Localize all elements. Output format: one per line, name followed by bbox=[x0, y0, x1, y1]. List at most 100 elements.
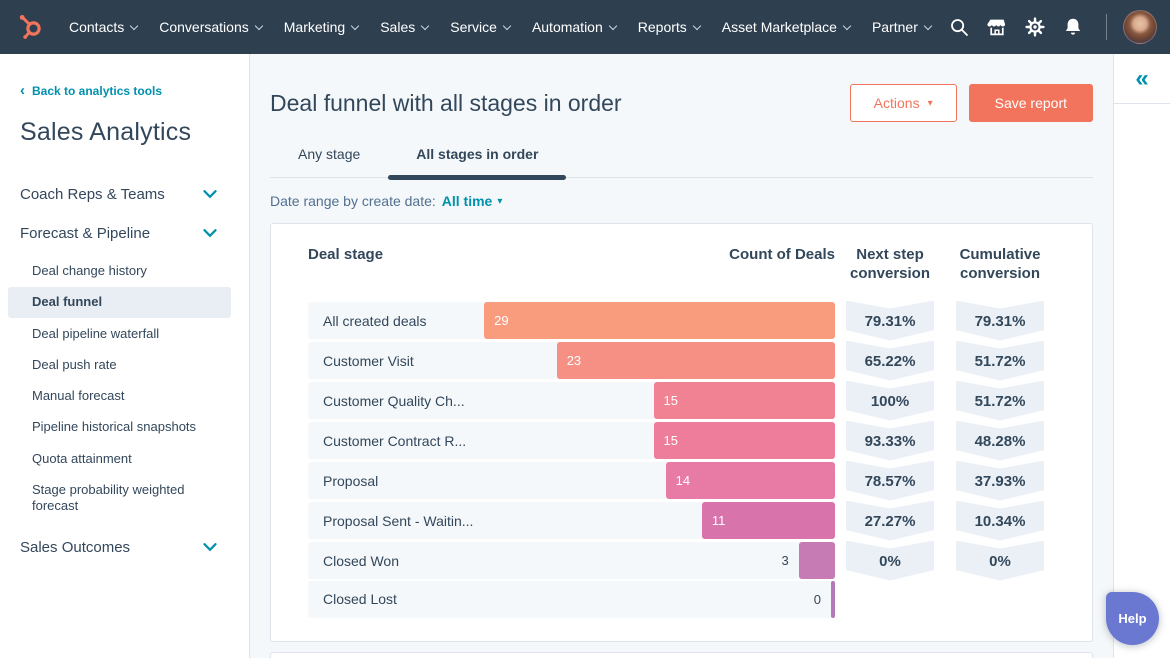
cumulative-conversion-badge-cell: 51.72% bbox=[945, 341, 1055, 381]
nav-divider bbox=[1106, 14, 1107, 40]
search-icon[interactable] bbox=[942, 10, 976, 44]
chevron-down-icon bbox=[421, 21, 429, 29]
cumulative-conversion-badge-cell: 37.93% bbox=[945, 461, 1055, 501]
nav-item-label: Service bbox=[450, 19, 497, 35]
stage-label: Proposal bbox=[308, 473, 378, 489]
sidebar-title: Sales Analytics bbox=[20, 118, 249, 147]
deal-count: 15 bbox=[654, 433, 678, 448]
stage-bar[interactable]: 15 bbox=[654, 382, 836, 419]
funnel-row-customer-contract-r: Customer Contract R...1593.33%48.28% bbox=[308, 421, 1055, 458]
stage-label: All created deals bbox=[308, 313, 427, 329]
avatar[interactable] bbox=[1123, 10, 1157, 44]
stage-label: Closed Lost bbox=[308, 591, 397, 607]
cumulative-conversion-badge: 37.93% bbox=[956, 461, 1044, 501]
nav-item-reports[interactable]: Reports bbox=[627, 0, 711, 54]
right-rail: « bbox=[1113, 54, 1170, 658]
sidebar-item-stage-probability-weighted-forecast[interactable]: Stage probability weighted forecast bbox=[8, 475, 231, 522]
nav-item-label: Contacts bbox=[69, 19, 124, 35]
deal-count: 0 bbox=[814, 581, 821, 618]
stage-bar[interactable]: 29 bbox=[484, 302, 835, 339]
nav-item-conversations[interactable]: Conversations bbox=[148, 0, 273, 54]
sidebar-nav: Coach Reps & TeamsForecast & PipelineDea… bbox=[0, 175, 249, 567]
sidebar-section-coach-reps-teams[interactable]: Coach Reps & Teams bbox=[0, 175, 249, 214]
nav-item-service[interactable]: Service bbox=[439, 0, 521, 54]
save-report-button[interactable]: Save report bbox=[969, 84, 1093, 122]
stage-strip[interactable]: Closed Won3 bbox=[308, 542, 835, 579]
nav-menu: Contacts Conversations MarketingSales Servi… bbox=[58, 0, 942, 54]
tab-any-stage[interactable]: Any stage bbox=[270, 146, 388, 177]
stage-strip[interactable]: Proposal 14 bbox=[308, 462, 835, 499]
sidebar-sub-list: Deal change historyDeal funnelDeal pipel… bbox=[0, 253, 249, 528]
cumulative-conversion-badge: 51.72% bbox=[956, 341, 1044, 381]
cumulative-conversion-badge-cell: 51.72% bbox=[945, 381, 1055, 421]
deal-count: 29 bbox=[484, 313, 508, 328]
nav-item-asset-marketplace[interactable]: Asset Marketplace bbox=[711, 0, 861, 54]
nav-item-marketing[interactable]: Marketing bbox=[273, 0, 369, 54]
next-step-conversion-badge: 79.31% bbox=[846, 301, 934, 341]
nav-item-label: Conversations bbox=[159, 19, 249, 35]
tab-all-stages-in-order[interactable]: All stages in order bbox=[388, 146, 566, 177]
sidebar-item-deal-change-history[interactable]: Deal change history bbox=[8, 256, 231, 286]
stage-strip[interactable]: Customer Quality Ch...15 bbox=[308, 382, 835, 419]
help-button[interactable]: Help bbox=[1106, 592, 1159, 645]
nav-item-contacts[interactable]: Contacts bbox=[58, 0, 148, 54]
hubspot-logo-icon[interactable] bbox=[16, 12, 44, 42]
deal-count: 3 bbox=[781, 542, 788, 579]
marketplace-icon[interactable] bbox=[980, 10, 1014, 44]
cumulative-conversion-badge: 48.28% bbox=[956, 421, 1044, 461]
stage-strip[interactable]: Closed Lost 0 bbox=[308, 581, 835, 618]
notifications-icon[interactable] bbox=[1056, 10, 1090, 44]
collapse-panel-icon[interactable]: « bbox=[1135, 67, 1148, 91]
stage-strip[interactable]: Customer Visit23 bbox=[308, 342, 835, 379]
actions-button[interactable]: Actions ▾ bbox=[850, 84, 957, 122]
settings-icon[interactable] bbox=[1018, 10, 1052, 44]
stage-strip[interactable]: All created deals 29 bbox=[308, 302, 835, 339]
sidebar-item-quota-attainment[interactable]: Quota attainment bbox=[8, 444, 231, 474]
sidebar-section-sales-outcomes[interactable]: Sales Outcomes bbox=[0, 528, 249, 567]
funnel-row-customer-quality-ch: Customer Quality Ch...15100%51.72% bbox=[308, 381, 1055, 418]
funnel-table-header: Deal stage Count of Deals Next step conv… bbox=[308, 246, 1055, 284]
sidebar-section-label: Sales Outcomes bbox=[20, 539, 130, 556]
stage-bar[interactable]: 15 bbox=[654, 422, 836, 459]
deal-count: 23 bbox=[557, 353, 581, 368]
col-header-cumulative-conversion: Cumulative conversion bbox=[945, 246, 1055, 284]
col-header-count-of-deals: Count of Deals bbox=[729, 246, 835, 263]
nav-item-partner[interactable]: Partner bbox=[861, 0, 942, 54]
next-step-conversion-badge: 0% bbox=[846, 541, 934, 581]
deal-count: 15 bbox=[654, 393, 678, 408]
funnel-row-closed-won: Closed Won3 0% 0% bbox=[308, 541, 1055, 578]
sidebar-section-forecast-pipeline[interactable]: Forecast & Pipeline bbox=[0, 214, 249, 253]
cumulative-conversion-badge: 79.31% bbox=[956, 301, 1044, 341]
cumulative-conversion-badge: 0% bbox=[956, 541, 1044, 581]
next-step-conversion-badge-cell: 78.57% bbox=[835, 461, 945, 501]
deal-count: 11 bbox=[702, 513, 726, 528]
next-step-conversion-badge: 65.22% bbox=[846, 341, 934, 381]
next-step-conversion-badge-cell: 65.22% bbox=[835, 341, 945, 381]
sidebar-item-deal-funnel[interactable]: Deal funnel bbox=[8, 287, 231, 317]
col-header-deal-stage: Deal stage bbox=[308, 246, 383, 263]
cumulative-conversion-badge: 10.34% bbox=[956, 501, 1044, 541]
stage-bar[interactable]: 11 bbox=[702, 502, 835, 539]
right-rail-header: « bbox=[1114, 54, 1170, 104]
stage-bar[interactable]: 14 bbox=[666, 462, 835, 499]
nav-item-sales[interactable]: Sales bbox=[369, 0, 439, 54]
stage-bar[interactable]: 23 bbox=[557, 342, 835, 379]
sidebar-item-deal-pipeline-waterfall[interactable]: Deal pipeline waterfall bbox=[8, 319, 231, 349]
stage-strip[interactable]: Customer Contract R...15 bbox=[308, 422, 835, 459]
sidebar-item-manual-forecast[interactable]: Manual forecast bbox=[8, 381, 231, 411]
back-to-analytics-link[interactable]: ‹ Back to analytics tools bbox=[20, 84, 249, 98]
chevron-down-icon bbox=[924, 21, 932, 29]
sidebar-item-pipeline-historical-snapshots[interactable]: Pipeline historical snapshots bbox=[8, 412, 231, 442]
stage-bar[interactable] bbox=[799, 542, 835, 579]
funnel-row-closed-lost: Closed Lost 0 bbox=[308, 581, 1055, 618]
sidebar-item-deal-push-rate[interactable]: Deal push rate bbox=[8, 350, 231, 380]
stage-label: Proposal Sent - Waitin... bbox=[308, 513, 473, 529]
stage-strip[interactable]: Proposal Sent - Waitin... 11 bbox=[308, 502, 835, 539]
sidebar-section-label: Coach Reps & Teams bbox=[20, 186, 165, 203]
date-range-dropdown[interactable]: All time ▾ bbox=[442, 193, 503, 209]
actions-button-label: Actions bbox=[874, 95, 920, 111]
stage-bar[interactable] bbox=[831, 581, 835, 618]
nav-item-automation[interactable]: Automation bbox=[521, 0, 627, 54]
funnel-row-all-created-deals: All created deals 29 79.31% 79.31% bbox=[308, 301, 1055, 338]
chevron-down-icon bbox=[203, 186, 217, 203]
